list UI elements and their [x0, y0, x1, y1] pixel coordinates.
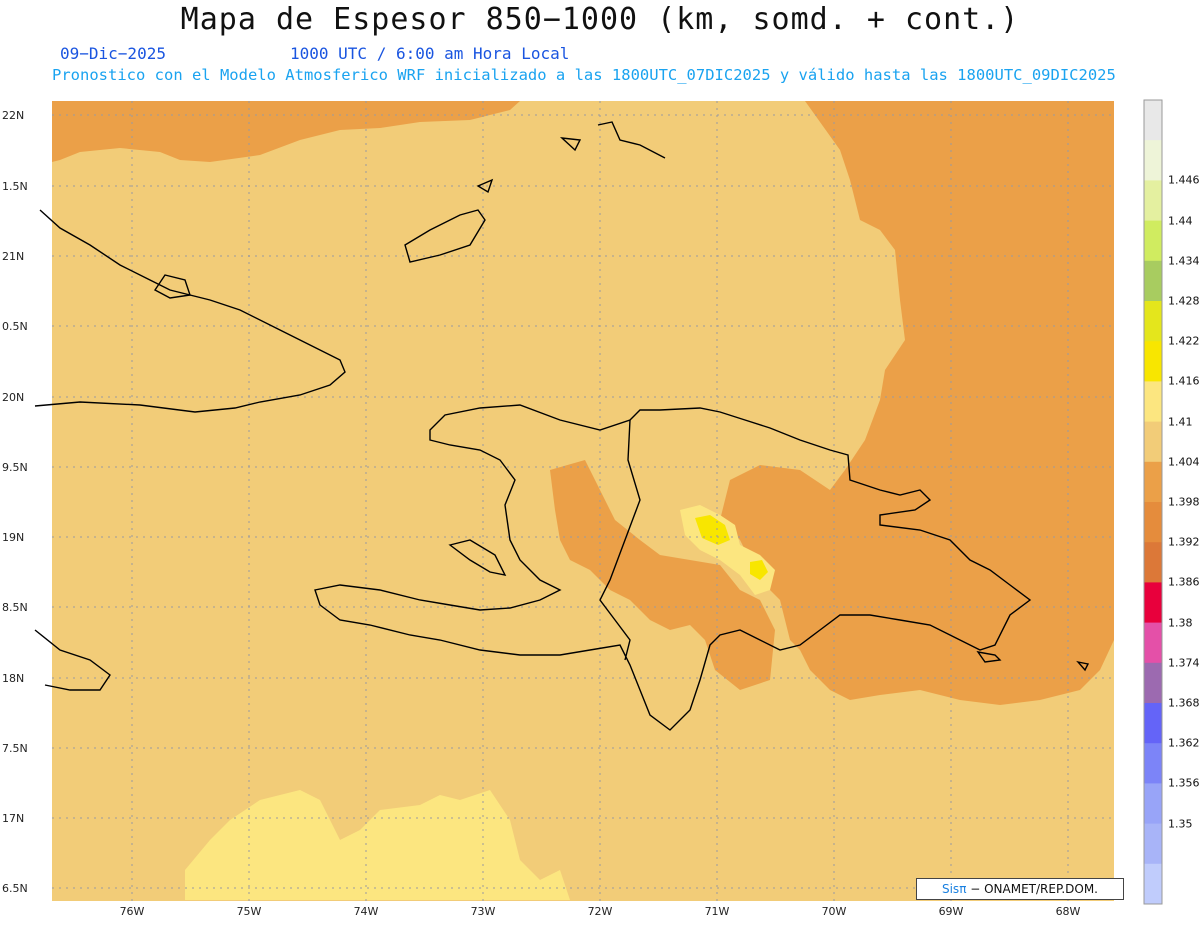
thickness-map [34, 99, 1163, 905]
lat-label: 1.5N [2, 180, 28, 193]
colorbar-swatch [1144, 502, 1162, 543]
lon-label: 72W [587, 905, 613, 918]
colorbar [1144, 100, 1162, 905]
lon-label: 74W [353, 905, 379, 918]
colorbar-label: 1.422 [1168, 334, 1200, 348]
lon-label: 70W [821, 905, 847, 918]
colorbar-label: 1.386 [1168, 575, 1200, 589]
colorbar-swatch [1144, 421, 1162, 463]
lat-label: 6.5N [2, 882, 28, 895]
lat-label: 8.5N [2, 601, 28, 614]
colorbar-swatch [1144, 783, 1162, 825]
colorbar-swatch [1144, 260, 1162, 302]
colorbar-label: 1.38 [1168, 616, 1193, 630]
colorbar-swatch [1144, 140, 1162, 181]
lon-label: 73W [470, 905, 496, 918]
colorbar-swatch [1144, 301, 1162, 342]
colorbar-swatch [1144, 180, 1162, 222]
lon-label: 68W [1055, 905, 1081, 918]
credit-logo: Sisπ [941, 882, 967, 896]
colorbar-label: 1.392 [1168, 535, 1200, 549]
lat-label: 22N [2, 109, 25, 122]
lat-label: 20N [2, 391, 25, 404]
credit-box: Sisπ − ONAMET/REP.DOM. [916, 878, 1124, 900]
lon-label: 69W [938, 905, 964, 918]
forecast-time: 1000 UTC / 6:00 am Hora Local [290, 44, 570, 63]
colorbar-swatch [1144, 823, 1162, 865]
colorbar-swatch [1144, 582, 1162, 624]
colorbar-label: 1.434 [1168, 254, 1200, 268]
forecast-date: 09−Dic−2025 [60, 44, 166, 63]
colorbar-label: 1.35 [1168, 817, 1193, 831]
lat-label: 21N [2, 250, 25, 263]
colorbar-swatch [1144, 743, 1162, 784]
lat-label: 17N [2, 812, 25, 825]
lon-label: 76W [119, 905, 145, 918]
colorbar-swatch [1144, 863, 1162, 905]
colorbar-label: 1.428 [1168, 294, 1200, 308]
lat-label: 7.5N [2, 742, 28, 755]
lon-label: 71W [704, 905, 730, 918]
lat-label: 18N [2, 672, 25, 685]
colorbar-label: 1.362 [1168, 736, 1200, 750]
colorbar-label: 1.374 [1168, 656, 1200, 670]
colorbar-label: 1.356 [1168, 776, 1200, 790]
colorbar-swatch [1144, 461, 1162, 503]
colorbar-label: 1.404 [1168, 455, 1200, 469]
colorbar-label: 1.41 [1168, 415, 1193, 429]
colorbar-label: 1.416 [1168, 374, 1200, 388]
lat-label: 9.5N [2, 461, 28, 474]
colorbar-swatch [1144, 542, 1162, 583]
colorbar-swatch [1144, 703, 1162, 744]
colorbar-swatch [1144, 100, 1162, 141]
colorbar-label: 1.446 [1168, 173, 1200, 187]
colorbar-label: 1.398 [1168, 495, 1200, 509]
lat-label: 0.5N [2, 320, 28, 333]
lon-label: 75W [236, 905, 262, 918]
map-title: Mapa de Espesor 850−1000 (km, somd. + co… [180, 2, 1020, 37]
colorbar-label: 1.368 [1168, 696, 1200, 710]
colorbar-swatch [1144, 341, 1162, 382]
colorbar-swatch [1144, 662, 1162, 704]
credit-text: − ONAMET/REP.DOM. [966, 882, 1098, 896]
colorbar-label: 1.44 [1168, 214, 1193, 228]
colorbar-swatch [1144, 622, 1162, 664]
lat-label: 19N [2, 531, 25, 544]
colorbar-swatch [1144, 220, 1162, 262]
forecast-description: Pronostico con el Modelo Atmosferico WRF… [52, 66, 1116, 84]
colorbar-swatch [1144, 381, 1162, 423]
